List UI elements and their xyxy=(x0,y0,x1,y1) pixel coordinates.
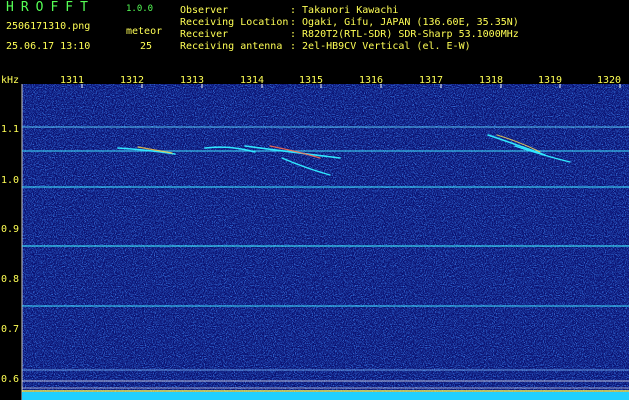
time-tick-label: 1312 xyxy=(120,75,144,86)
freq-tick-label: 0.9 xyxy=(1,224,19,235)
datetime-label: 25.06.17 13:10 xyxy=(6,41,91,52)
time-tick-label: 1313 xyxy=(180,75,204,86)
freq-tick-label: 1.1 xyxy=(1,124,19,135)
level-bar-top xyxy=(22,390,629,392)
location-label: Receiving Location xyxy=(180,17,289,28)
time-tick-label: 1319 xyxy=(538,75,562,86)
receiver-value: : R820T2(RTL-SDR) SDR-Sharp 53.1000MHz xyxy=(290,29,519,40)
app-version: 1.0.0 xyxy=(126,4,154,14)
freq-tick-label: 0.8 xyxy=(1,274,19,285)
antenna-value: : 2el-HB9CV Vertical (el. E-W) xyxy=(290,41,471,52)
observer-label: Observer xyxy=(180,5,229,16)
left-axis-strip xyxy=(0,72,22,400)
time-tick-label: 1316 xyxy=(359,75,383,86)
freq-tick-label: 0.7 xyxy=(1,324,19,335)
noise-texture xyxy=(0,72,629,400)
time-tick-label: 1320 xyxy=(597,75,621,86)
time-tick-label: 1318 xyxy=(479,75,503,86)
time-tick-label: 1311 xyxy=(60,75,84,86)
receiver-label: Receiver xyxy=(180,29,229,40)
filename-label: 2506171310.png xyxy=(6,21,91,32)
freq-tick-label: 1.0 xyxy=(1,175,19,186)
app-title: HROFFT xyxy=(6,0,95,15)
meteor-count: 25 xyxy=(140,41,153,52)
meteor-label: meteor xyxy=(126,26,163,37)
time-tick-label: 1314 xyxy=(240,75,264,86)
location-value: : Ogaki, Gifu, JAPAN (136.60E, 35.35N) xyxy=(290,17,519,28)
header-panel: HROFFT 1.0.0 2506171310.png meteor 25.06… xyxy=(0,0,629,72)
time-tick-label: 1315 xyxy=(299,75,323,86)
spectrogram-view: kHz 1311 1312 1313 1314 1315 1316 1317 1… xyxy=(0,72,629,400)
time-tick-label: 1317 xyxy=(419,75,443,86)
observer-value: : Takanori Kawachi xyxy=(290,5,399,16)
freq-unit-label: kHz xyxy=(1,75,19,86)
freq-tick-label: 0.6 xyxy=(1,374,19,385)
level-bar xyxy=(22,392,629,400)
antenna-label: Receiving antenna xyxy=(180,41,283,52)
